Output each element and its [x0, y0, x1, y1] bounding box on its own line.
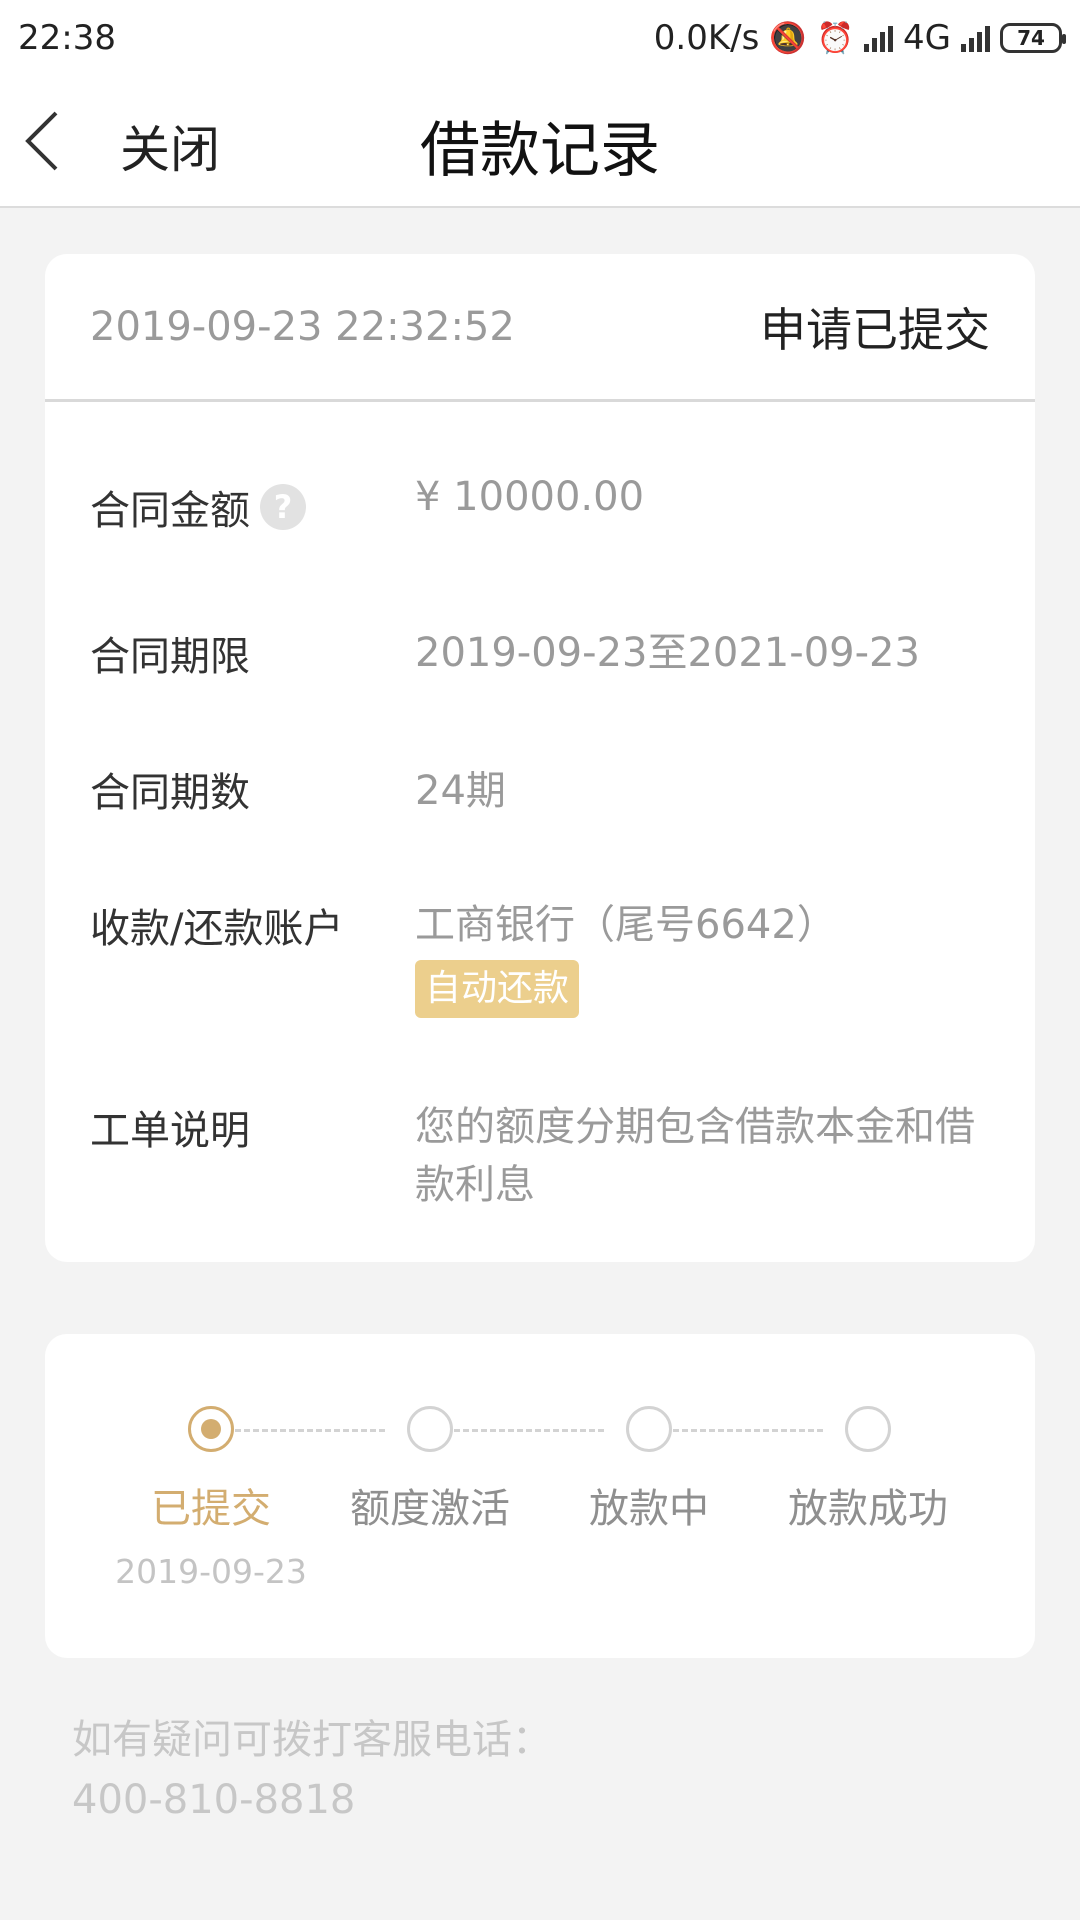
status-icons: 0.0K/s 🔕 ⏰ 4G 74: [653, 18, 1066, 58]
page-title: 借款记录: [420, 116, 660, 186]
row-label: 收款/还款账户: [90, 906, 344, 952]
row-label: 合同期限: [90, 634, 250, 680]
step-connector: [235, 1429, 385, 1432]
service-note-text: 如有疑问可拨打客服电话：: [72, 1717, 552, 1763]
row-label: 工单说明: [90, 1108, 250, 1154]
mute-bell-icon: 🔕: [769, 20, 807, 56]
card-header: 2019-09-23 22:32:52 申请已提交: [45, 254, 1035, 402]
battery-icon: 74: [1000, 23, 1066, 53]
net-speed: 0.0K/s: [653, 18, 760, 58]
loan-detail-card: 2019-09-23 22:32:52 申请已提交 合同金额 ? ¥ 10000…: [45, 254, 1035, 1262]
contract-term-value: 2019-09-23至2021-09-23: [415, 630, 920, 676]
hd-signal-icon: [864, 24, 894, 52]
installments-value: 24期: [415, 768, 506, 814]
step-label-submitted: 已提交: [151, 1486, 271, 1532]
step-date-submitted: 2019-09-23: [115, 1552, 307, 1591]
account-text: 工商银行（尾号6642）: [415, 902, 837, 948]
alarm-icon: ⏰: [816, 20, 855, 56]
signal-icon: [961, 24, 990, 52]
auto-repay-badge: 自动还款: [415, 960, 580, 1018]
application-status: 申请已提交: [760, 302, 990, 357]
status-bar: 22:38 0.0K/s 🔕 ⏰ 4G 74: [0, 0, 1080, 76]
row-label: 合同金额 ?: [90, 478, 306, 536]
row-label: 合同期数: [90, 770, 250, 816]
step-dot-submitted: [188, 1406, 234, 1452]
step-dot-activation: [407, 1406, 453, 1452]
account-value: 工商银行（尾号6642） 自动还款: [415, 896, 1005, 1018]
application-datetime: 2019-09-23 22:32:52: [90, 303, 515, 350]
battery-level: 74: [1017, 26, 1045, 50]
contract-amount-value: ¥ 10000.00: [415, 474, 645, 520]
step-label-success: 放款成功: [788, 1486, 948, 1532]
network-type: 4G: [903, 18, 951, 58]
help-icon[interactable]: ?: [260, 484, 306, 530]
service-phone[interactable]: 400-810-8818: [72, 1770, 552, 1830]
step-label-disbursing: 放款中: [589, 1486, 709, 1532]
customer-service-note: 如有疑问可拨打客服电话： 400-810-8818: [72, 1710, 552, 1830]
step-dot-disbursing: [626, 1406, 672, 1452]
description-value: 您的额度分期包含借款本金和借款利息: [415, 1104, 975, 1208]
step-dot-success: [845, 1406, 891, 1452]
status-time: 22:38: [18, 18, 116, 58]
nav-bar: 关闭 借款记录: [0, 76, 1080, 208]
progress-card: 已提交 额度激活 放款中 放款成功 2019-09-23: [45, 1334, 1035, 1658]
step-label-activation: 额度激活: [350, 1486, 510, 1532]
row-label-text: 合同金额: [90, 488, 250, 534]
step-connector: [673, 1429, 823, 1432]
step-connector: [454, 1429, 604, 1432]
